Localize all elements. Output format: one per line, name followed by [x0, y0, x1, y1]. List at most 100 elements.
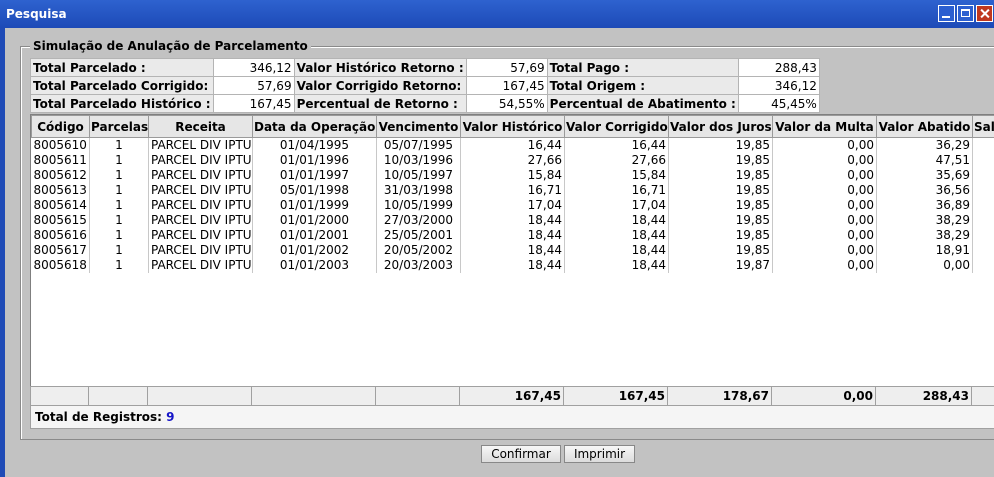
minimize-icon[interactable] [938, 5, 955, 22]
table-row[interactable]: 8005611 1 PARCEL DIV IPTU 01/01/1996 10/03/1… [31, 153, 994, 168]
table-cell: 19,85 [668, 198, 773, 213]
table-cell: 38,29 [876, 213, 973, 228]
table-cell: 20/03/2003 [376, 258, 461, 273]
table-row[interactable]: 8005614 1 PARCEL DIV IPTU 01/01/1999 10/05/1… [31, 198, 994, 213]
table-row[interactable]: 8005616 1 PARCEL DIV IPTU 01/01/2001 25/05/2… [31, 228, 994, 243]
close-icon[interactable] [976, 5, 993, 22]
table-row[interactable]: 8005613 1 PARCEL DIV IPTU 05/01/1998 31/03/1… [31, 183, 994, 198]
table-cell: 19,85 [668, 137, 773, 153]
table-cell: 8005618 [31, 258, 90, 273]
table-cell: 8005614 [31, 198, 90, 213]
table-cell: 27,66 [460, 153, 565, 168]
table-cell: 18,44 [564, 213, 669, 228]
summary-value: 45,45% [737, 94, 820, 113]
table-cell: 27/03/2000 [376, 213, 461, 228]
column-header[interactable]: Valor Histórico [460, 115, 565, 138]
table-cell: 8005613 [31, 183, 90, 198]
total-cell [971, 386, 994, 406]
records-grid[interactable]: Código Parcelas Receita Data da Operação Ven… [30, 114, 994, 406]
table-cell: 19,85 [668, 243, 773, 258]
table-cell: 18,91 [876, 243, 973, 258]
summary-value: 57,69 [212, 76, 295, 95]
total-cell: 288,43 [875, 386, 972, 406]
table-cell: 1 [89, 228, 149, 243]
table-cell: PARCEL DIV IPTU [148, 213, 253, 228]
total-cell [251, 386, 376, 406]
maximize-icon[interactable] [957, 5, 974, 22]
table-cell: 0,00 [876, 258, 973, 273]
fieldset-legend: Simulação de Anulação de Parcelamento [30, 39, 311, 53]
table-cell: 01/01/2000 [252, 213, 377, 228]
summary-value: 167,45 [465, 76, 548, 95]
table-cell [972, 258, 994, 273]
table-cell: 01/01/1999 [252, 198, 377, 213]
table-cell: 8005610 [31, 137, 90, 153]
table-cell: 20/05/2002 [376, 243, 461, 258]
table-cell: 17,04 [564, 198, 669, 213]
summary-label: Percentual de Retorno : [293, 94, 467, 113]
table-cell: 10/03/1996 [376, 153, 461, 168]
table-row[interactable]: 8005617 1 PARCEL DIV IPTU 01/01/2002 20/05/2… [31, 243, 994, 258]
window-border [0, 28, 5, 477]
table-cell: PARCEL DIV IPTU [148, 168, 253, 183]
table-cell: PARCEL DIV IPTU [148, 258, 253, 273]
table-cell: PARCEL DIV IPTU [148, 243, 253, 258]
table-cell: 0,00 [772, 153, 877, 168]
table-cell: 36,89 [876, 198, 973, 213]
table-cell: 19,85 [668, 183, 773, 198]
table-row[interactable]: 8005612 1 PARCEL DIV IPTU 01/01/1997 10/05/1… [31, 168, 994, 183]
table-row[interactable]: 8005618 1 PARCEL DIV IPTU 01/01/2003 20/03/2… [31, 258, 994, 273]
table-cell: 0,00 [772, 243, 877, 258]
summary-row: Total Parcelado Corrigido: 57,69 Valor Cor… [30, 76, 820, 95]
summary-label: Total Pago : [546, 58, 739, 77]
total-records-label: Total de Registros: 9 [35, 410, 175, 424]
total-cell: 178,67 [667, 386, 772, 406]
column-header[interactable]: Valor Abatido [876, 115, 973, 138]
table-cell: 16,44 [460, 137, 565, 153]
total-cell [88, 386, 148, 406]
summary-value: 167,45 [212, 94, 295, 113]
table-cell [972, 168, 994, 183]
total-records-count: 9 [166, 410, 175, 424]
table-cell [972, 228, 994, 243]
table-cell: 0,00 [772, 137, 877, 153]
column-header[interactable]: Valor dos Juros [668, 115, 773, 138]
table-cell: 19,85 [668, 168, 773, 183]
column-header[interactable]: Vencimento [376, 115, 461, 138]
total-cell: 0,00 [771, 386, 876, 406]
table-cell: 8005615 [31, 213, 90, 228]
summary-label: Percentual de Abatimento : [546, 94, 739, 113]
table-cell: 0,00 [772, 198, 877, 213]
summary-row: Total Parcelado :346,12 Valor Histórico R… [30, 58, 820, 77]
column-header[interactable]: Parcelas [89, 115, 149, 138]
table-cell: 10/05/1997 [376, 168, 461, 183]
table-cell: 18,44 [564, 243, 669, 258]
table-cell: PARCEL DIV IPTU [148, 228, 253, 243]
table-cell: 01/01/2001 [252, 228, 377, 243]
confirm-button[interactable]: Confirmar [481, 445, 561, 463]
table-row[interactable]: 8005610 1 PARCEL DIV IPTU 01/04/1995 05/07/1… [31, 137, 994, 153]
table-cell: 38,29 [876, 228, 973, 243]
table-cell [972, 198, 994, 213]
table-cell: 01/01/1997 [252, 168, 377, 183]
table-cell: 47,51 [876, 153, 973, 168]
column-header[interactable]: Receita [148, 115, 253, 138]
table-cell: 8005616 [31, 228, 90, 243]
column-header[interactable]: Código [31, 115, 90, 138]
table-cell: 19,85 [668, 228, 773, 243]
print-button[interactable]: Imprimir [564, 445, 635, 463]
table-cell: 16,71 [564, 183, 669, 198]
table-cell: 8005611 [31, 153, 90, 168]
table-cell: 15,84 [460, 168, 565, 183]
table-row[interactable]: 8005615 1 PARCEL DIV IPTU 01/01/2000 27/03/2… [31, 213, 994, 228]
column-header[interactable]: Valor Corrigido [564, 115, 669, 138]
column-header[interactable]: Valor da Multa [772, 115, 877, 138]
summary-value: 346,12 [212, 58, 295, 77]
table-cell: 18,44 [564, 258, 669, 273]
summary-label: Valor Histórico Retorno : [293, 58, 467, 77]
column-header[interactable]: Data da Operação [252, 115, 377, 138]
column-header[interactable]: Sald [972, 115, 994, 138]
table-cell: 01/01/2002 [252, 243, 377, 258]
table-cell: 17,04 [460, 198, 565, 213]
title-bar[interactable]: Pesquisa [0, 0, 994, 28]
